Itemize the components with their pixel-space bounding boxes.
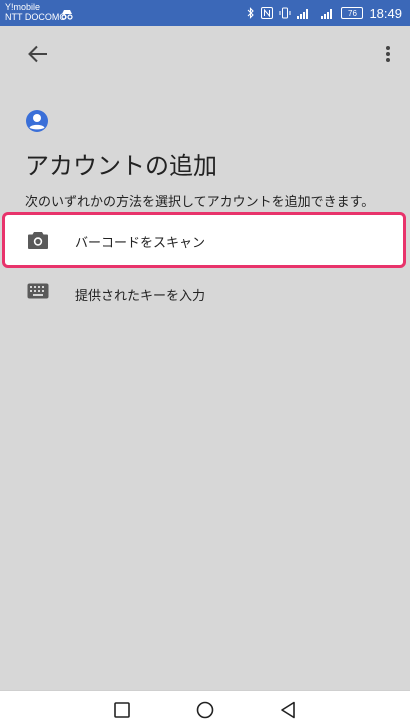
signal-icon [297,7,311,19]
status-icons: 76 18:49 [247,0,402,26]
status-bar: Y!mobile NTT DOCOMO 76 18:49 [0,0,410,26]
battery-indicator: 76 [341,7,364,19]
clock: 18:49 [369,5,402,21]
option-label: 提供されたキーを入力 [75,288,206,304]
option-enter-key[interactable]: 提供されたキーを入力 [0,270,410,318]
camera-icon [27,230,49,254]
triangle-back-icon [281,701,295,719]
arrow-back-icon [28,45,47,63]
carrier-line-2: NTT DOCOMO [5,12,67,22]
system-nav-bar [0,690,410,728]
keyboard-icon [27,283,49,303]
carrier-line-1: Y!mobile [5,2,41,12]
incognito-icon [60,5,74,24]
nfc-icon [261,7,274,19]
page-subtitle: 次のいずれかの方法を選択してアカウントを追加できます。 [25,195,375,210]
carrier-info: Y!mobile NTT DOCOMO [5,2,66,22]
back-button[interactable] [24,40,52,68]
account-circle-icon [25,109,49,137]
more-options-button[interactable] [380,40,396,68]
more-vert-icon [386,46,390,62]
option-label: バーコードをスキャン [75,235,206,251]
square-icon [114,702,130,718]
circle-icon [196,701,214,719]
recents-button[interactable] [112,700,132,720]
vibrate-icon [279,7,291,19]
bluetooth-icon [247,7,255,19]
signal-4g-icon [317,7,335,19]
home-button[interactable] [195,700,215,720]
option-scan-barcode[interactable]: バーコードをスキャン [0,217,410,265]
nav-back-button[interactable] [278,700,298,720]
page-title: アカウントの追加 [25,152,217,180]
